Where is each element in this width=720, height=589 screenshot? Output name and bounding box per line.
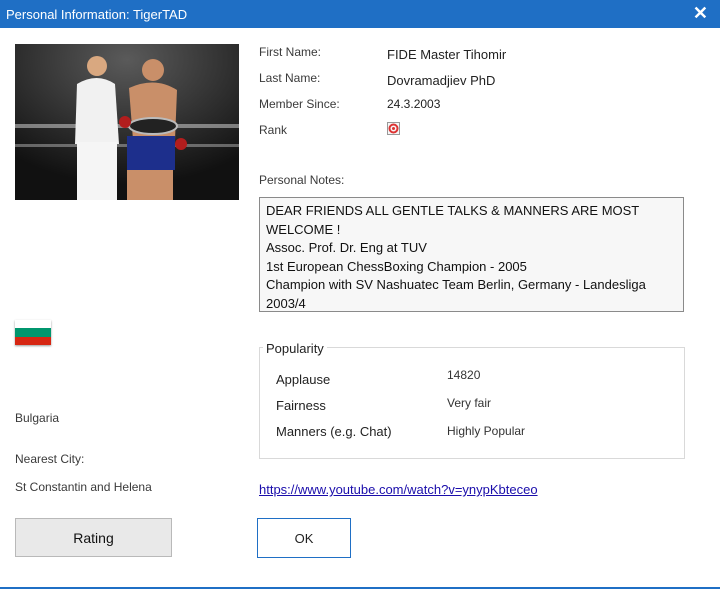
close-icon[interactable]: ✕: [693, 3, 708, 24]
member-since-label: Member Since:: [259, 97, 340, 111]
manners-label: Manners (e.g. Chat): [276, 424, 392, 439]
personal-notes-label: Personal Notes:: [259, 173, 345, 187]
flag-stripe-green: [15, 328, 51, 337]
popularity-title: Popularity: [263, 341, 327, 356]
rank-label: Rank: [259, 123, 288, 137]
last-name-value: Dovramadjiev PhD: [387, 73, 496, 88]
profile-photo: [15, 44, 239, 200]
last-name-label: Last Name:: [259, 71, 321, 85]
youtube-link[interactable]: https://www.youtube.com/watch?v=ynypKbte…: [259, 482, 538, 497]
nearest-city-label: Nearest City:: [15, 452, 85, 466]
applause-value: 14820: [447, 368, 481, 382]
flag-stripe-white: [15, 320, 51, 329]
ok-button[interactable]: OK: [257, 518, 351, 558]
fairness-label: Fairness: [276, 398, 326, 413]
personal-notes-text: DEAR FRIENDS ALL GENTLE TALKS & MANNERS …: [259, 197, 684, 312]
title-bar: Personal Information: TigerTAD ✕: [0, 0, 720, 28]
applause-label: Applause: [276, 372, 331, 387]
rating-button[interactable]: Rating: [15, 518, 172, 557]
fairness-value: Very fair: [447, 396, 492, 410]
first-name-value: FIDE Master Tihomir: [387, 47, 507, 62]
manners-value: Highly Popular: [447, 424, 526, 438]
flag-stripe-red: [15, 336, 51, 345]
nearest-city-value: St Constantin and Helena: [15, 480, 152, 494]
window-title: Personal Information: TigerTAD: [6, 7, 188, 22]
member-since-value: 24.3.2003: [387, 97, 441, 111]
country-value: Bulgaria: [15, 411, 60, 425]
country-flag-icon: [15, 320, 51, 345]
rank-badge-icon: [387, 122, 400, 135]
first-name-label: First Name:: [259, 45, 322, 59]
